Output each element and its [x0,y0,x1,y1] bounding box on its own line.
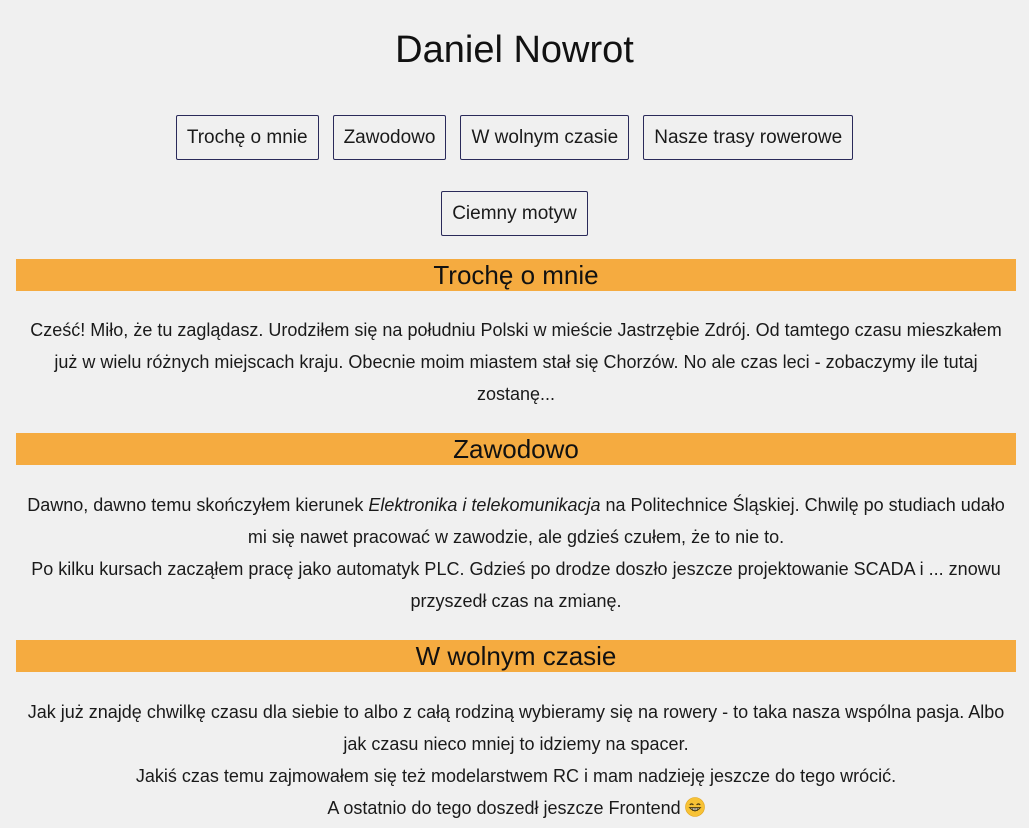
nav-button-free-time[interactable]: W wolnym czasie [460,115,630,160]
work-paragraph-2: Po kilku kursach zacząłem pracę jako aut… [31,559,1001,611]
section-body-work: Dawno, dawno temu skończyłem kierunek El… [16,489,1016,617]
free-time-paragraph-1: Jak już znajdę chwilkę czasu dla siebie … [27,702,1005,754]
section-heading-free-time: W wolnym czasie [16,640,1016,672]
page: Daniel Nowrot Trochę o mnie Zawodowo W w… [0,0,1029,828]
main-nav: Trochę o mnie Zawodowo W wolnym czasie N… [0,115,1029,160]
nav-button-work[interactable]: Zawodowo [332,115,447,160]
theme-toggle-row: Ciemny motyw [0,191,1029,236]
section-work: Zawodowo Dawno, dawno temu skończyłem ki… [16,433,1016,617]
work-text-before: Dawno, dawno temu skończyłem kierunek [27,495,369,515]
section-body-about: Cześć! Miło, że tu zaglądasz. Urodziłem … [16,314,1016,410]
section-heading-about: Trochę o mnie [16,259,1016,291]
nav-button-about[interactable]: Trochę o mnie [175,115,319,160]
section-about: Trochę o mnie Cześć! Miło, że tu zagląda… [16,259,1016,410]
free-time-text-3: A ostatnio do tego doszedł jeszcze Front… [327,798,681,818]
free-time-paragraph-3: A ostatnio do tego doszedł jeszcze Front… [20,792,1012,824]
study-field-name: Elektronika i telekomunikacja [368,495,601,515]
grinning-face-emoji-icon [684,797,705,817]
dark-theme-toggle-button[interactable]: Ciemny motyw [441,191,588,236]
section-free-time: W wolnym czasie Jak już znajdę chwilkę c… [16,640,1016,824]
section-heading-work: Zawodowo [16,433,1016,465]
about-paragraph: Cześć! Miło, że tu zaglądasz. Urodziłem … [30,320,1002,404]
section-body-free-time: Jak już znajdę chwilkę czasu dla siebie … [16,696,1016,824]
work-paragraph-1: Dawno, dawno temu skończyłem kierunek El… [20,489,1012,553]
nav-button-bike-routes[interactable]: Nasze trasy rowerowe [643,115,854,160]
free-time-paragraph-2: Jakiś czas temu zajmowałem się też model… [135,766,897,786]
site-title: Daniel Nowrot [395,29,634,71]
